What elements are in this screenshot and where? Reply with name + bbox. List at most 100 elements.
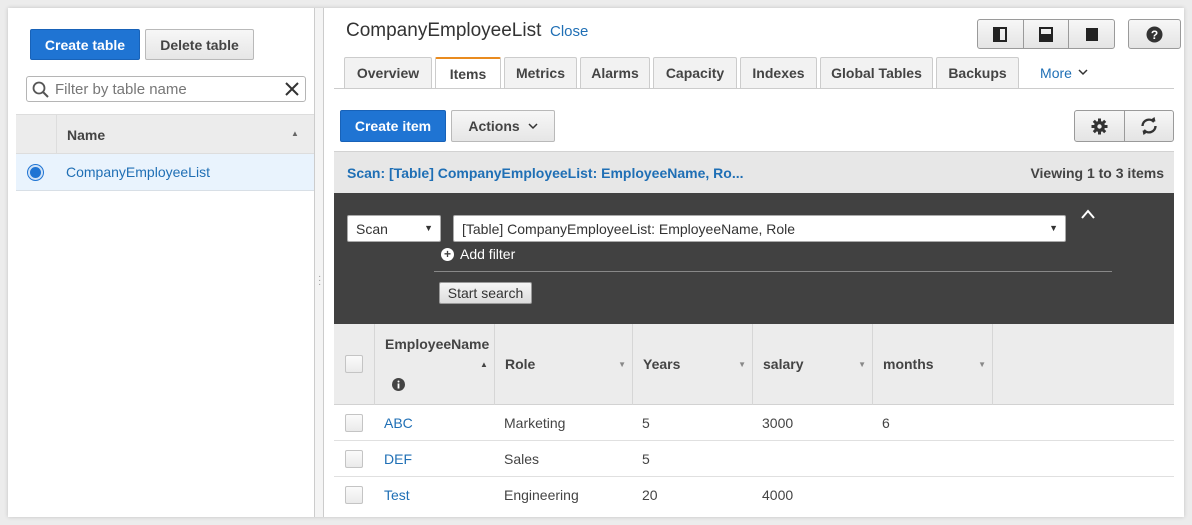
- chevron-down-icon: [1078, 69, 1088, 76]
- cell-role: Sales: [504, 451, 540, 467]
- cell-years: 5: [642, 415, 650, 431]
- sort-caret-icon[interactable]: ▼: [858, 360, 866, 369]
- sort-asc-icon[interactable]: ▲: [291, 129, 299, 138]
- tab-metrics[interactable]: Metrics: [504, 57, 577, 88]
- table-row: ABC Marketing 5 3000 6: [334, 405, 1174, 441]
- row-checkbox[interactable]: [345, 414, 363, 432]
- table-name-link[interactable]: CompanyEmployeeList: [66, 164, 210, 180]
- search-icon: [32, 81, 49, 98]
- panel-splitter[interactable]: · · ·: [314, 8, 324, 517]
- cell-months: 6: [882, 415, 890, 431]
- name-column-header[interactable]: Name: [67, 127, 105, 143]
- column-label: Role: [505, 356, 536, 372]
- sort-caret-icon[interactable]: ▼: [978, 360, 986, 369]
- tab-alarms[interactable]: Alarms: [580, 57, 650, 88]
- filter-tables-input[interactable]: Filter by table name: [26, 76, 306, 102]
- sort-caret-icon[interactable]: ▼: [738, 360, 746, 369]
- tab-divider: [334, 88, 1174, 89]
- scan-target-value: [Table] CompanyEmployeeList: EmployeeNam…: [462, 220, 796, 237]
- scan-options-panel: Scan ▼ [Table] CompanyEmployeeList: Empl…: [334, 193, 1174, 324]
- select-all-checkbox[interactable]: [345, 355, 363, 373]
- delete-table-button[interactable]: Delete table: [145, 29, 254, 60]
- collapse-icon[interactable]: [1080, 209, 1096, 219]
- column-header-years[interactable]: Years ▼: [633, 324, 753, 405]
- column-header-months[interactable]: months ▼: [873, 324, 993, 405]
- add-filter-link[interactable]: + Add filter: [441, 246, 515, 262]
- table-radio[interactable]: [28, 165, 43, 180]
- svg-text:?: ?: [1151, 28, 1158, 42]
- layout-split-icon[interactable]: [978, 20, 1024, 48]
- select-all-cell: [334, 324, 375, 405]
- info-icon[interactable]: [392, 378, 405, 391]
- tab-items[interactable]: Items: [435, 57, 501, 89]
- help-button[interactable]: ?: [1128, 19, 1181, 49]
- viewing-count: Viewing 1 to 3 items: [1030, 165, 1164, 181]
- select-caret-icon: ▼: [1049, 223, 1058, 233]
- cell-salary: 3000: [762, 415, 794, 431]
- scan-summary-bar: Scan: [Table] CompanyEmployeeList: Emplo…: [334, 151, 1174, 193]
- column-label: salary: [763, 356, 804, 372]
- create-item-button[interactable]: Create item: [340, 110, 446, 142]
- scan-target-select[interactable]: [Table] CompanyEmployeeList: EmployeeNam…: [453, 215, 1066, 242]
- sort-caret-icon[interactable]: ▼: [618, 360, 626, 369]
- scan-title-link[interactable]: Scan: [Table] CompanyEmployeeList: Emplo…: [347, 165, 744, 181]
- row-checkbox[interactable]: [345, 450, 363, 468]
- column-label: EmployeeName: [385, 336, 490, 352]
- start-search-button[interactable]: Start search: [439, 282, 532, 304]
- tab-global-tables[interactable]: Global Tables: [820, 57, 933, 88]
- cell-years: 20: [642, 487, 658, 503]
- sort-asc-icon[interactable]: ▲: [480, 360, 488, 369]
- more-label: More: [1040, 64, 1072, 81]
- cell-years: 5: [642, 451, 650, 467]
- column-label: months: [883, 356, 934, 372]
- table-row: DEF Sales 5: [334, 441, 1174, 477]
- column-header-role[interactable]: Role ▼: [495, 324, 633, 405]
- settings-icon[interactable]: [1075, 111, 1125, 141]
- cell-employeename[interactable]: Test: [384, 487, 410, 503]
- row-checkbox[interactable]: [345, 486, 363, 504]
- add-filter-label: Add filter: [460, 246, 516, 262]
- items-grid-header: EmployeeName ▲ Role ▼ Years ▼ salary ▼ m…: [334, 324, 1174, 405]
- tab-backups[interactable]: Backups: [936, 57, 1019, 88]
- create-table-button[interactable]: Create table: [30, 29, 140, 60]
- table-detail-panel: CompanyEmployeeList Close ? Overview Ite…: [334, 8, 1181, 517]
- cell-role: Marketing: [504, 415, 566, 431]
- table-row: Test Engineering 20 4000: [334, 477, 1174, 513]
- tab-more[interactable]: More: [1029, 57, 1099, 88]
- filter-placeholder: Filter by table name: [55, 80, 187, 98]
- grid-tools-group: [1074, 110, 1174, 142]
- cell-employeename[interactable]: ABC: [384, 415, 413, 431]
- tables-panel: Create table Delete table Filter by tabl…: [16, 8, 314, 517]
- close-link[interactable]: Close: [550, 23, 588, 40]
- app-frame: Create table Delete table Filter by tabl…: [8, 8, 1184, 517]
- table-list-header: Name ▲: [16, 114, 314, 155]
- help-icon: ?: [1146, 26, 1163, 43]
- layout-bottom-icon[interactable]: [1024, 20, 1070, 48]
- column-label: Years: [643, 356, 681, 372]
- cell-role: Engineering: [504, 487, 579, 503]
- cell-salary: 4000: [762, 487, 794, 503]
- filter-divider: [434, 271, 1112, 272]
- column-header-employeename[interactable]: EmployeeName ▲: [375, 324, 495, 405]
- chevron-down-icon: [528, 122, 538, 130]
- scan-mode-value: Scan: [356, 220, 388, 237]
- layout-full-icon[interactable]: [1069, 20, 1114, 48]
- select-caret-icon: ▼: [424, 223, 433, 233]
- page-title: CompanyEmployeeList: [346, 20, 542, 41]
- refresh-icon[interactable]: [1125, 111, 1174, 141]
- actions-label: Actions: [468, 118, 520, 134]
- actions-button[interactable]: Actions: [451, 110, 555, 142]
- column-divider: [56, 115, 57, 155]
- splitter-grip-icon[interactable]: · · ·: [318, 272, 321, 290]
- tab-capacity[interactable]: Capacity: [653, 57, 737, 88]
- scan-mode-select[interactable]: Scan ▼: [347, 215, 441, 242]
- layout-toggle-group: [977, 19, 1115, 49]
- add-circle-icon: +: [441, 247, 454, 261]
- table-list-item[interactable]: CompanyEmployeeList: [16, 154, 314, 191]
- tab-overview[interactable]: Overview: [344, 57, 432, 88]
- tab-bar: Overview Items Metrics Alarms Capacity I…: [344, 57, 1174, 89]
- tab-indexes[interactable]: Indexes: [740, 57, 817, 88]
- clear-icon[interactable]: [285, 82, 299, 96]
- cell-employeename[interactable]: DEF: [384, 451, 412, 467]
- column-header-salary[interactable]: salary ▼: [753, 324, 873, 405]
